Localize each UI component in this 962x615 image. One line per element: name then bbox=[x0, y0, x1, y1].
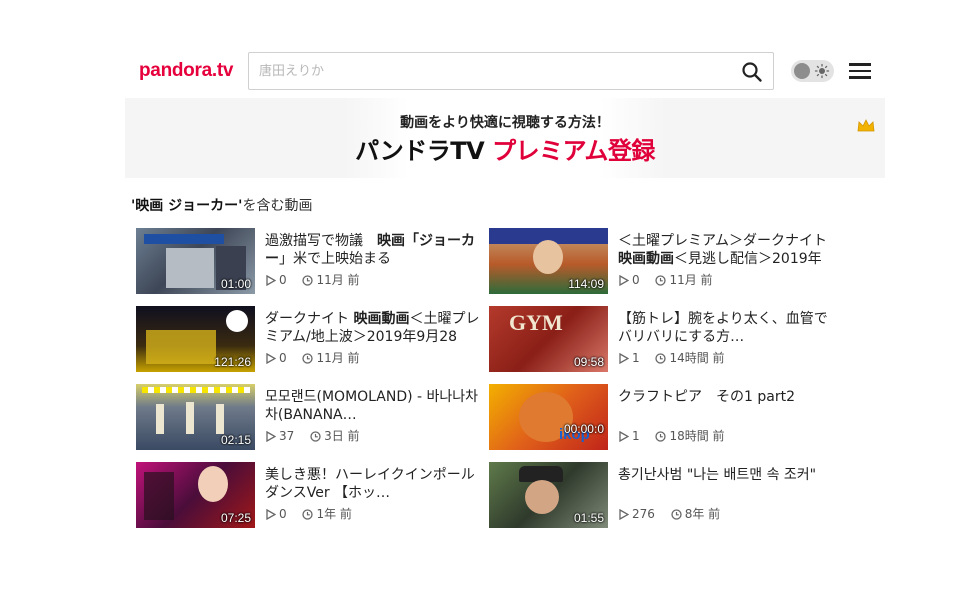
video-thumbnail[interactable]: 02:15 bbox=[136, 384, 255, 450]
video-item[interactable]: 02:15 모모랜드(MOMOLAND) - 바나나차차(BANANA… 37 … bbox=[136, 384, 478, 450]
toggle-knob bbox=[794, 63, 810, 79]
video-item[interactable]: 114:09 ＜土曜プレミアム＞ダークナイト 映画動画＜見逃し配信＞2019年9… bbox=[489, 228, 829, 294]
clock-icon bbox=[655, 275, 667, 286]
video-duration: 01:00 bbox=[220, 277, 251, 291]
results-suffix: を含む動画 bbox=[242, 198, 313, 214]
video-duration: 07:25 bbox=[220, 511, 251, 525]
clock-icon bbox=[671, 509, 682, 520]
video-item[interactable]: GYM 09:58 【筋トレ】腕をより太く、血管でバリバリにする方… 1 14時… bbox=[489, 306, 829, 372]
view-count: 0 bbox=[279, 507, 287, 521]
video-duration: 02:15 bbox=[220, 433, 251, 447]
video-thumbnail[interactable]: 121:26 bbox=[136, 306, 255, 372]
video-thumbnail[interactable]: GYM 09:58 bbox=[489, 306, 608, 372]
video-meta: 0 11月 前 bbox=[618, 271, 713, 288]
sun-icon bbox=[814, 63, 830, 79]
search-box bbox=[248, 52, 774, 90]
video-title[interactable]: ＜土曜プレミアム＞ダークナイト 映画動画＜見逃し配信＞2019年9… bbox=[618, 232, 838, 268]
header: pandora.tv bbox=[0, 50, 962, 92]
view-count: 276 bbox=[632, 507, 655, 521]
video-item[interactable]: 01:55 총기난사범 "나는 배트맨 속 조커" 276 8年 前 bbox=[489, 462, 829, 528]
search-input[interactable] bbox=[257, 60, 731, 82]
video-title[interactable]: 美しき悪！ハーレイクインポールダンスVer 【ホッ… bbox=[265, 466, 485, 502]
upload-time: 18時間 前 bbox=[669, 429, 725, 443]
clock-icon bbox=[302, 353, 314, 364]
clock-icon bbox=[302, 275, 314, 286]
video-duration: 09:58 bbox=[573, 355, 604, 369]
video-meta: 0 11月 前 bbox=[265, 271, 360, 288]
banner-title-b: プレミアム登録 bbox=[492, 137, 655, 165]
video-duration: 01:55 bbox=[573, 511, 604, 525]
clock-icon bbox=[302, 509, 314, 520]
search-icon[interactable] bbox=[741, 61, 763, 83]
video-duration: 114:09 bbox=[568, 277, 604, 291]
dark-mode-toggle[interactable] bbox=[791, 60, 834, 82]
upload-time: 1年 前 bbox=[316, 507, 352, 521]
clock-icon bbox=[310, 431, 321, 442]
upload-time: 11月 前 bbox=[316, 351, 360, 365]
video-item[interactable]: 01:00 過激描写で物議 映画「ジョーカー」米で上映始まる 0 11月 前 bbox=[136, 228, 476, 294]
video-thumbnail[interactable]: 114:09 bbox=[489, 228, 608, 294]
video-thumbnail[interactable]: 01:00 bbox=[136, 228, 255, 294]
play-icon bbox=[266, 275, 276, 286]
play-icon bbox=[266, 353, 276, 364]
video-item[interactable]: 121:26 ダークナイト 映画動画＜土曜プレミアム/地上波＞2019年9月28… bbox=[136, 306, 479, 372]
results-heading: '映画 ジョーカー'を含む動画 bbox=[131, 195, 312, 215]
video-title[interactable]: ダークナイト 映画動画＜土曜プレミアム/地上波＞2019年9月28日… bbox=[265, 310, 485, 346]
pandora-logo[interactable]: pandora.tv bbox=[139, 60, 233, 82]
hamburger-menu-icon[interactable] bbox=[849, 60, 871, 82]
upload-time: 11月 前 bbox=[316, 273, 360, 287]
banner-subtitle: 動画をより快適に視聴する方法！ bbox=[400, 115, 610, 131]
clock-icon bbox=[655, 431, 667, 442]
video-duration: 00:00:0 bbox=[563, 422, 604, 436]
video-duration: 121:26 bbox=[214, 355, 251, 369]
video-meta: 1 14時間 前 bbox=[618, 349, 725, 366]
play-icon bbox=[619, 509, 629, 520]
video-meta: 1 18時間 前 bbox=[618, 427, 725, 444]
logo-tld: .tv bbox=[211, 60, 234, 81]
upload-time: 14時間 前 bbox=[669, 351, 725, 365]
play-icon bbox=[619, 275, 629, 286]
video-thumbnail[interactable]: 07:25 bbox=[136, 462, 255, 528]
video-title[interactable]: 모모랜드(MOMOLAND) - 바나나차차(BANANA… bbox=[265, 388, 485, 424]
play-icon bbox=[266, 509, 276, 520]
video-thumbnail[interactable]: 01:55 bbox=[489, 462, 608, 528]
view-count: 1 bbox=[632, 351, 640, 365]
results-query: '映画 ジョーカー' bbox=[131, 198, 243, 214]
view-count: 37 bbox=[279, 429, 295, 443]
logo-brand: pandora bbox=[139, 60, 212, 81]
video-meta: 276 8年 前 bbox=[618, 505, 720, 522]
upload-time: 3日 前 bbox=[324, 429, 360, 443]
play-icon bbox=[266, 431, 276, 442]
clock-icon bbox=[655, 353, 667, 364]
view-count: 0 bbox=[279, 351, 287, 365]
video-item[interactable]: ikop 00:00:0 クラフトピア その1 part2 1 18時間 前 bbox=[489, 384, 829, 450]
play-icon bbox=[619, 353, 629, 364]
banner-title: パンドラTV プレミアム登録 bbox=[345, 131, 665, 166]
crown-icon bbox=[857, 119, 875, 132]
video-title[interactable]: 【筋トレ】腕をより太く、血管でバリバリにする方… bbox=[618, 310, 838, 346]
video-meta: 0 11月 前 bbox=[265, 349, 360, 366]
video-title[interactable]: クラフトピア その1 part2 bbox=[618, 388, 838, 406]
video-title[interactable]: 총기난사범 "나는 배트맨 속 조커" bbox=[618, 466, 838, 484]
banner-title-a: パンドラTV bbox=[355, 137, 493, 165]
video-thumbnail[interactable]: ikop 00:00:0 bbox=[489, 384, 608, 450]
play-icon bbox=[619, 431, 629, 442]
upload-time: 11月 前 bbox=[669, 273, 713, 287]
view-count: 0 bbox=[632, 273, 640, 287]
video-meta: 37 3日 前 bbox=[265, 427, 360, 444]
view-count: 1 bbox=[632, 429, 640, 443]
premium-banner[interactable]: 動画をより快適に視聴する方法！ パンドラTV プレミアム登録 bbox=[125, 98, 885, 178]
video-item[interactable]: 07:25 美しき悪！ハーレイクインポールダンスVer 【ホッ… 0 1年 前 bbox=[136, 462, 476, 528]
video-title[interactable]: 過激描写で物議 映画「ジョーカー」米で上映始まる bbox=[265, 232, 485, 268]
video-meta: 0 1年 前 bbox=[265, 505, 352, 522]
upload-time: 8年 前 bbox=[684, 507, 721, 521]
view-count: 0 bbox=[279, 273, 287, 287]
